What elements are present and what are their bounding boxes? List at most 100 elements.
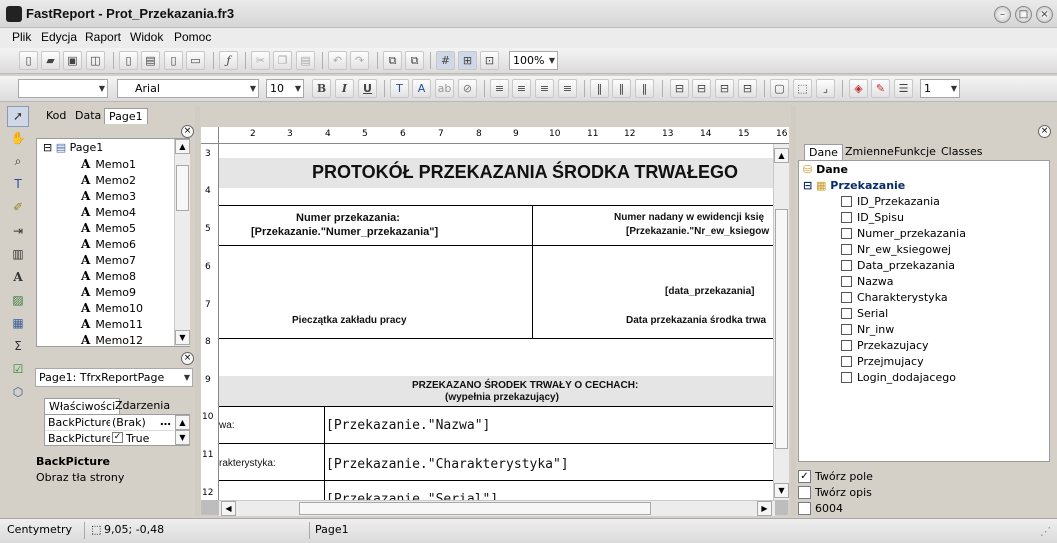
- highlight-icon[interactable]: ab: [435, 79, 454, 98]
- undo-icon[interactable]: ↶: [328, 51, 347, 70]
- report-title[interactable]: PROTOKÓŁ PRZEKAZANIA ŚRODKA TRWAŁEGO: [312, 162, 738, 183]
- ellipsis-button[interactable]: …: [160, 415, 171, 428]
- scroll-up-icon[interactable]: ▲: [774, 148, 789, 163]
- align-justify-icon[interactable]: ≡: [558, 79, 577, 98]
- new-page-icon[interactable]: ▯: [119, 51, 138, 70]
- create-caption-checkbox[interactable]: [798, 486, 811, 499]
- scroll-right-icon[interactable]: ▶: [757, 501, 772, 516]
- field-item[interactable]: ID_Przekazania: [841, 195, 940, 208]
- frame-style-icon[interactable]: ☰: [894, 79, 913, 98]
- database-tool-icon[interactable]: ▥: [7, 244, 29, 265]
- align-left-icon[interactable]: ≡: [490, 79, 509, 98]
- subreport-tool-icon[interactable]: ▦: [7, 313, 29, 334]
- minimize-button[interactable]: –: [994, 6, 1011, 23]
- canvas-vscrollbar[interactable]: ▲ ▼: [773, 144, 789, 500]
- scroll-up-icon[interactable]: ▲: [175, 415, 190, 430]
- cut-icon[interactable]: ✂: [251, 51, 270, 70]
- tree-root[interactable]: ⛁ Dane: [803, 163, 848, 176]
- more-objects-icon[interactable]: ⬡: [7, 382, 29, 403]
- option-6004-checkbox[interactable]: [798, 502, 811, 515]
- memo-stamp-label[interactable]: Pieczątka zakładu pracy: [292, 315, 407, 326]
- text-tool-icon[interactable]: T: [7, 174, 29, 195]
- object-select[interactable]: Page1: TfrxReportPage ▼: [35, 368, 193, 387]
- field-item[interactable]: ID_Spisu: [841, 211, 904, 224]
- memo-row1-field[interactable]: [Przekazanie."Nazwa"]: [326, 418, 490, 433]
- memo-tool-icon[interactable]: A: [7, 267, 29, 288]
- scroll-down-icon[interactable]: ▼: [175, 330, 190, 345]
- field-item[interactable]: Nr_inw: [841, 323, 894, 336]
- menu-widok[interactable]: Widok: [130, 30, 163, 44]
- memo-date-label[interactable]: Data przekazania środka trwa: [626, 315, 766, 326]
- frame-bottom-icon[interactable]: ⊟: [692, 79, 711, 98]
- rotation-icon[interactable]: ⊘: [458, 79, 477, 98]
- property-row[interactable]: BackPicture (Brak) …: [45, 415, 174, 431]
- memo-ewid-field[interactable]: [Przekazanie."Nr_ew_ksiegow: [626, 226, 769, 237]
- scroll-up-icon[interactable]: ▲: [175, 139, 190, 154]
- format-painter-icon[interactable]: ✐: [7, 197, 29, 218]
- new-report-icon[interactable]: ▯: [19, 51, 38, 70]
- list-item[interactable]: A Memo11: [81, 317, 143, 331]
- memo-row2-field[interactable]: [Przekazanie."Charakterystyka"]: [326, 457, 569, 472]
- valign-bottom-icon[interactable]: ‖: [635, 79, 654, 98]
- frame-all-icon[interactable]: ▢: [770, 79, 789, 98]
- frame-color-icon[interactable]: ✎: [871, 79, 890, 98]
- underline-button[interactable]: U: [358, 79, 377, 98]
- bold-button[interactable]: B: [312, 79, 331, 98]
- scroll-left-icon[interactable]: ◀: [221, 501, 236, 516]
- tab-classes[interactable]: Classes: [937, 144, 986, 160]
- dataset-node[interactable]: ⊟ ▦ Przekazanie: [803, 179, 905, 192]
- scroll-thumb[interactable]: [176, 165, 189, 211]
- field-item[interactable]: Serial: [841, 307, 888, 320]
- memo-numer-label[interactable]: Numer przekazania:: [296, 212, 400, 224]
- save-icon[interactable]: ▣: [63, 51, 82, 70]
- left-splitter[interactable]: [195, 106, 200, 516]
- list-item[interactable]: A Memo4: [81, 205, 136, 219]
- hand-tool-icon[interactable]: ✋: [7, 128, 29, 149]
- field-item[interactable]: Nazwa: [841, 275, 893, 288]
- copy-icon[interactable]: ❐: [273, 51, 292, 70]
- new-dialog-icon[interactable]: ▤: [141, 51, 160, 70]
- band-tool-icon[interactable]: ⇥: [7, 221, 29, 242]
- font-size-select[interactable]: 10 ▼: [266, 79, 304, 98]
- function-icon[interactable]: ƒ: [219, 51, 238, 70]
- zoom-tool-icon[interactable]: ⌕: [7, 151, 29, 172]
- font-color-icon[interactable]: A: [412, 79, 431, 98]
- right-splitter[interactable]: [791, 106, 796, 516]
- field-item[interactable]: Przekazujacy: [841, 339, 929, 352]
- memo-row1-label[interactable]: wa:: [219, 420, 235, 431]
- close-button[interactable]: ×: [1036, 6, 1053, 23]
- tab-properties[interactable]: Właściwości: [44, 398, 121, 414]
- scroll-thumb[interactable]: [299, 502, 651, 515]
- list-item[interactable]: A Memo3: [81, 189, 136, 203]
- paste-icon[interactable]: ▤: [296, 51, 315, 70]
- memo-row2-label[interactable]: rakterystyka:: [219, 458, 276, 469]
- tree-scrollbar[interactable]: ▲ ▼: [174, 139, 190, 346]
- list-item[interactable]: A Memo10: [81, 301, 143, 315]
- checkbox-icon[interactable]: ✓: [112, 432, 123, 443]
- tab-data[interactable]: Data: [71, 108, 105, 124]
- checkbox-tool-icon[interactable]: ☑: [7, 359, 29, 380]
- frame-none-icon[interactable]: ⬚: [793, 79, 812, 98]
- preview-icon[interactable]: ◫: [86, 51, 105, 70]
- frame-left-icon[interactable]: ⊟: [715, 79, 734, 98]
- show-grid-icon[interactable]: #: [436, 51, 455, 70]
- tab-events[interactable]: Zdarzenia: [111, 398, 174, 414]
- italic-button[interactable]: I: [335, 79, 354, 98]
- tree-root[interactable]: ⊟ ▤ Page1: [43, 141, 103, 154]
- select-tool-icon[interactable]: ➚: [7, 106, 29, 127]
- field-item[interactable]: Login_dodajacego: [841, 371, 956, 384]
- memo-row3-field[interactable]: [Przekazanie."Serial"]: [326, 492, 498, 500]
- tab-funkcje[interactable]: Funkcje: [890, 144, 940, 160]
- list-item[interactable]: A Memo2: [81, 173, 136, 187]
- close-icon[interactable]: ×: [181, 352, 194, 365]
- shadow-icon[interactable]: ⌟: [816, 79, 835, 98]
- picture-tool-icon[interactable]: ▨: [7, 290, 29, 311]
- frame-width-select[interactable]: 1 ▼: [920, 79, 960, 98]
- memo-ewid-label[interactable]: Numer nadany w ewidencji księ: [614, 212, 764, 223]
- page-settings-icon[interactable]: ▭: [186, 51, 205, 70]
- scroll-down-icon[interactable]: ▼: [774, 483, 789, 498]
- delete-page-icon[interactable]: ▯: [164, 51, 183, 70]
- field-item[interactable]: Data_przekazania: [841, 259, 955, 272]
- field-item[interactable]: Nr_ew_ksiegowej: [841, 243, 951, 256]
- memo-section-sub[interactable]: (wypełnia przekazujący): [445, 392, 559, 403]
